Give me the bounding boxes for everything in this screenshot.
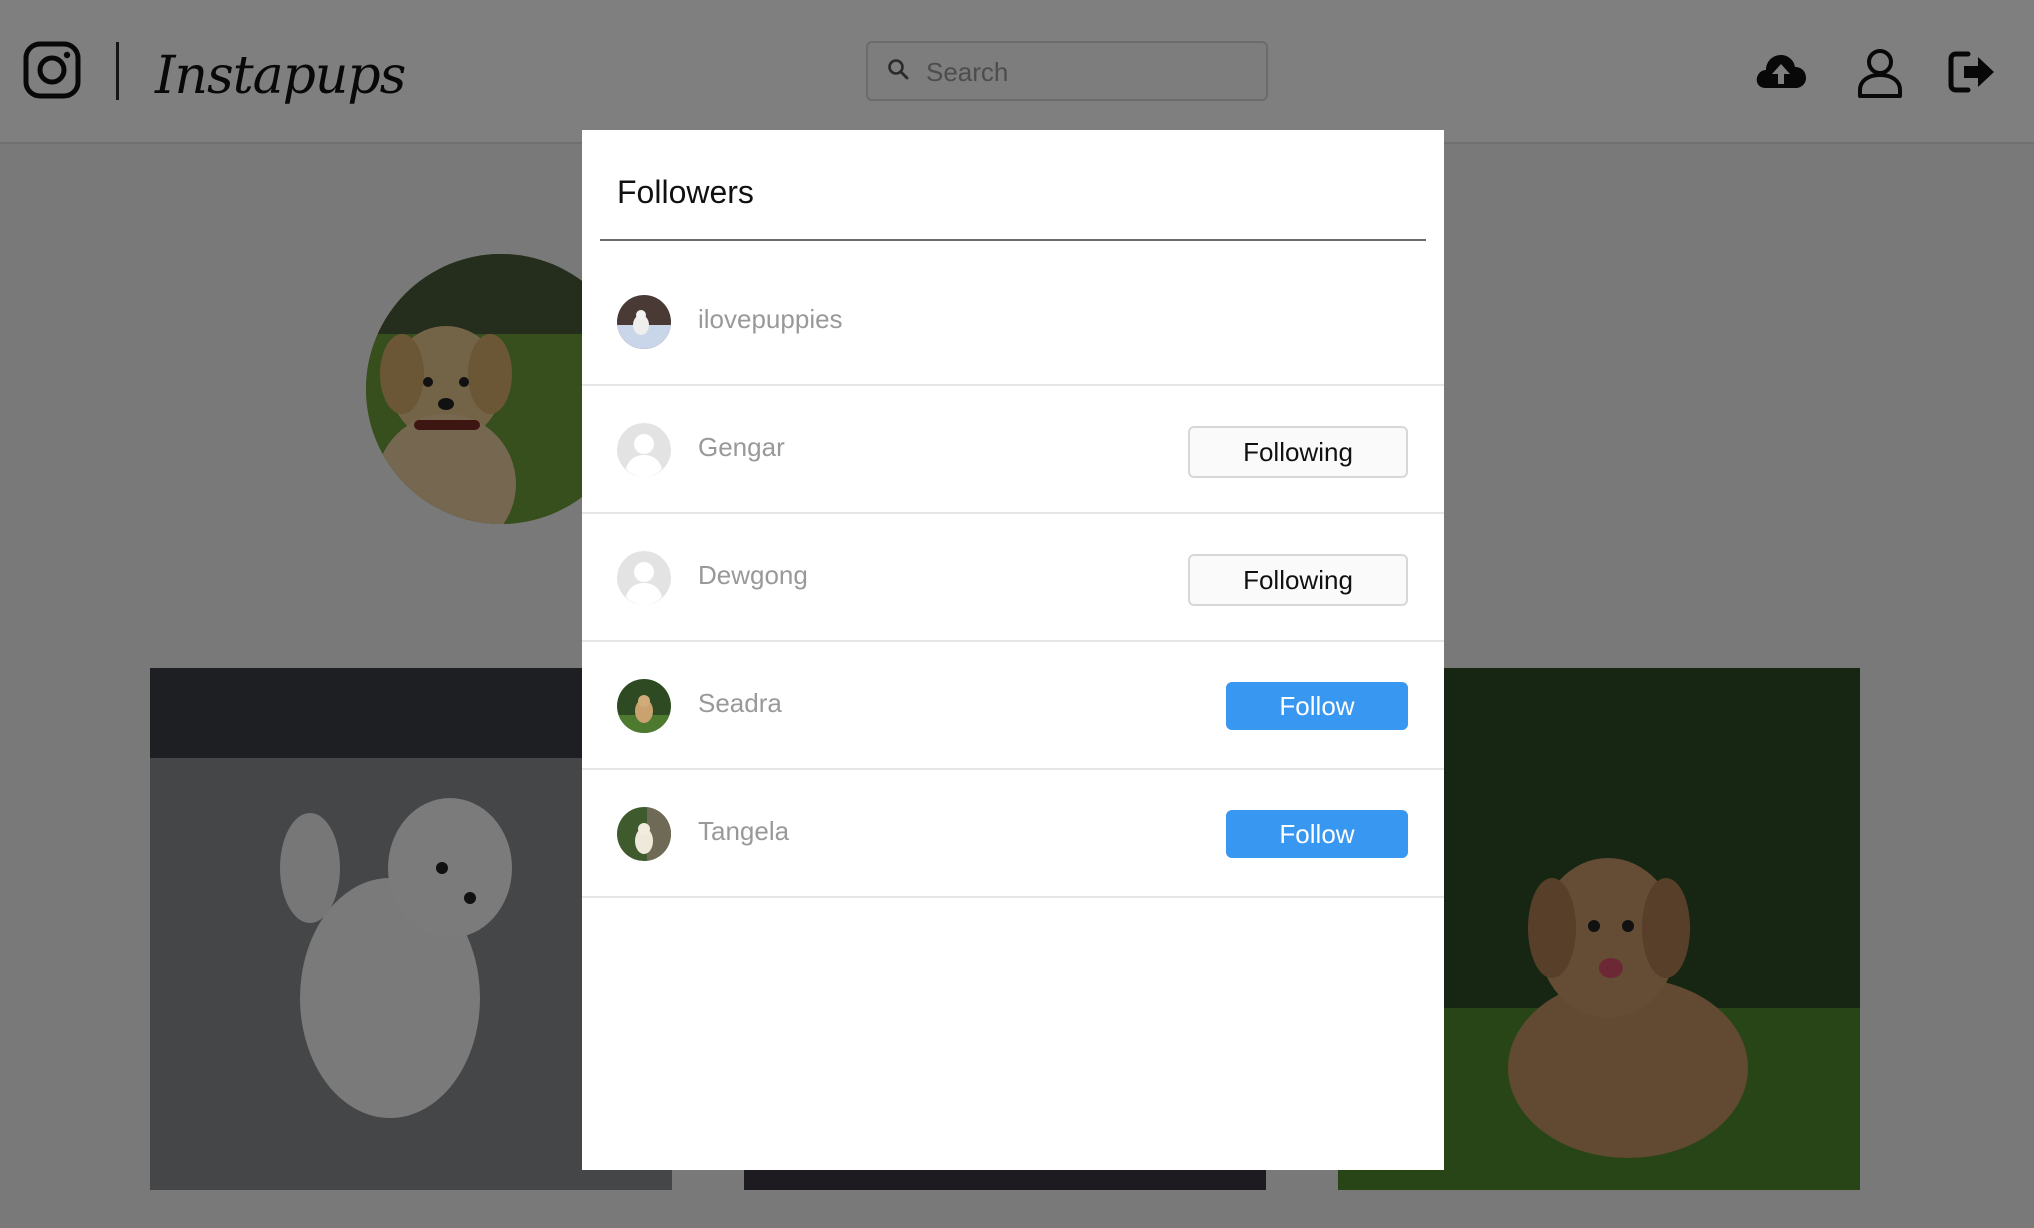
followers-modal: Followers ilovepuppies Gengar Following: [582, 130, 1444, 1170]
follower-row: Gengar Following: [582, 386, 1444, 514]
follow-button[interactable]: Follow: [1226, 682, 1408, 730]
modal-divider: [600, 239, 1426, 241]
avatar[interactable]: [617, 295, 671, 349]
default-avatar-icon[interactable]: [617, 423, 671, 477]
follower-row: Dewgong Following: [582, 514, 1444, 642]
avatar[interactable]: [617, 679, 671, 733]
avatar[interactable]: [617, 807, 671, 861]
follower-username[interactable]: Tangela: [698, 816, 789, 847]
modal-title: Followers: [617, 174, 754, 210]
follower-username[interactable]: Seadra: [698, 688, 782, 719]
follower-username[interactable]: ilovepuppies: [698, 304, 843, 335]
default-avatar-icon[interactable]: [617, 551, 671, 605]
follower-username[interactable]: Dewgong: [698, 560, 808, 591]
follower-username[interactable]: Gengar: [698, 432, 785, 463]
following-button[interactable]: Following: [1188, 426, 1408, 478]
follower-row: Seadra Follow: [582, 642, 1444, 770]
follow-button[interactable]: Follow: [1226, 810, 1408, 858]
follower-row: ilovepuppies: [582, 258, 1444, 386]
following-button[interactable]: Following: [1188, 554, 1408, 606]
follower-row: Tangela Follow: [582, 770, 1444, 898]
